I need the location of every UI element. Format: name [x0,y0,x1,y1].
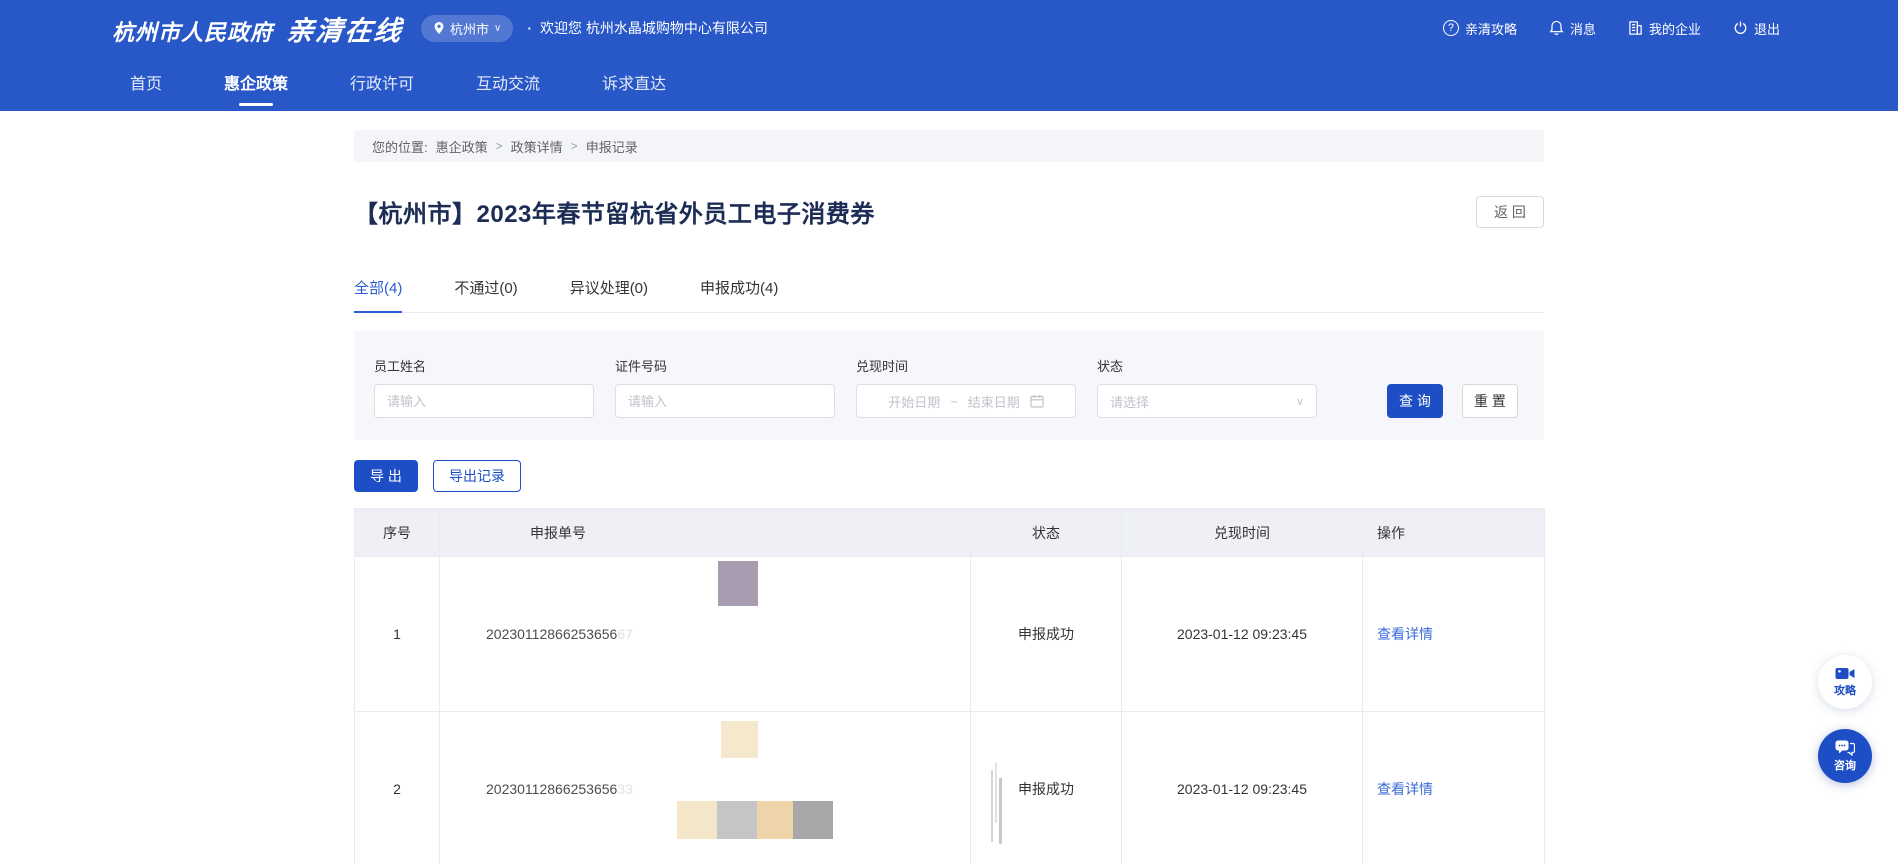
breadcrumb-prefix: 您的位置: [372,137,428,156]
guide-float-label: 攻略 [1834,682,1856,698]
col-header-order-no: 申报单号 [440,509,971,557]
back-button[interactable]: 返 回 [1476,196,1544,228]
header-link-logout[interactable]: 退出 [1733,19,1780,38]
tab-rejected[interactable]: 不通过(0) [454,277,517,312]
view-detail-link[interactable]: 查看详情 [1377,626,1433,642]
nav-item-home[interactable]: 首页 [130,52,162,111]
tab-dispute[interactable]: 异议处理(0) [570,277,648,312]
site-logo: 杭州市人民政府 亲清在线 [112,9,403,48]
logo-brand-text: 亲清在线 [285,9,405,48]
table-row: 1 2023011286625365667 申报成功 2023-01-12 09… [355,557,1545,712]
tab-all[interactable]: 全部(4) [354,277,402,312]
logo-gov-text: 杭州市人民政府 [112,15,273,47]
filter-panel: 员工姓名 证件号码 兑现时间 开始日期 ~ 结束日期 状态 请选择 ∨ [354,331,1544,440]
app-header: 杭州市人民政府 亲清在线 杭州市 ∨ · 欢迎您 杭州水晶城购物中心有限公司 ?… [0,0,1898,111]
breadcrumb-separator: > [571,139,578,153]
calendar-icon [1030,394,1044,408]
main-nav: 首页 惠企政策 行政许可 互动交流 诉求直达 [0,52,1898,111]
location-selector[interactable]: 杭州市 ∨ [421,15,513,42]
welcome-text: 欢迎您 杭州水晶城购物中心有限公司 [540,18,768,38]
export-button[interactable]: 导 出 [354,460,418,492]
nav-item-licensing[interactable]: 行政许可 [350,52,414,111]
employee-name-input[interactable] [374,384,594,418]
end-date-placeholder: 结束日期 [968,392,1020,411]
row-redeem-time: 2023-01-12 09:23:45 [1122,557,1363,712]
row-order-no: 2023011286625365667 [440,557,971,712]
id-number-label: 证件号码 [615,356,835,375]
header-link-label: 退出 [1754,19,1780,38]
question-circle-icon: ? [1443,20,1459,36]
header-link-label: 消息 [1570,19,1596,38]
daterange-separator: ~ [950,394,958,409]
records-table-wrap: 序号 申报单号 状态 兑现时间 操作 1 2023011286625365667… [354,508,1544,864]
consult-float-label: 咨询 [1834,757,1856,773]
employee-name-label: 员工姓名 [374,356,594,375]
row-order-no: 2023011286625365633 [440,712,971,864]
id-number-input[interactable] [615,384,835,418]
consult-float-button[interactable]: 咨询 [1818,729,1872,783]
bell-icon [1549,20,1564,36]
order-no-faded: 67 [617,626,633,642]
status-placeholder: 请选择 [1110,392,1149,411]
welcome-bullet: · [527,20,532,36]
header-link-label: 亲清攻略 [1465,19,1517,38]
row-redeem-time: 2023-01-12 09:23:45 [1122,712,1363,864]
redeem-time-daterange[interactable]: 开始日期 ~ 结束日期 [856,384,1076,418]
search-button[interactable]: 查 询 [1387,384,1443,418]
redeem-time-label: 兑现时间 [856,356,1076,375]
row-index: 1 [355,557,440,712]
location-label: 杭州市 [450,19,489,38]
col-header-index: 序号 [355,509,440,557]
breadcrumb-item-application-records: 申报记录 [586,137,638,156]
status-tabs: 全部(4) 不通过(0) 异议处理(0) 申报成功(4) [354,277,1544,313]
header-link-guide[interactable]: ? 亲清攻略 [1443,19,1517,38]
building-icon [1628,20,1643,36]
nav-item-appeals[interactable]: 诉求直达 [602,52,666,111]
status-select[interactable]: 请选择 ∨ [1097,384,1317,418]
chat-icon [1835,740,1855,756]
export-records-button[interactable]: 导出记录 [433,460,521,492]
status-label: 状态 [1097,356,1317,375]
header-link-messages[interactable]: 消息 [1549,19,1596,38]
video-camera-icon [1835,666,1855,681]
page-title: 【杭州市】2023年春节留杭省外员工电子消费券 [354,194,875,229]
nav-item-interaction[interactable]: 互动交流 [476,52,540,111]
order-no-faded: 33 [617,781,633,797]
chevron-down-icon: ∨ [1296,395,1304,408]
breadcrumb: 您的位置: 惠企政策 > 政策详情 > 申报记录 [354,130,1544,162]
row-status: 申报成功 [971,557,1122,712]
row-index: 2 [355,712,440,864]
breadcrumb-item-policies[interactable]: 惠企政策 [436,137,488,156]
chevron-down-icon: ∨ [494,23,501,34]
breadcrumb-item-policy-detail[interactable]: 政策详情 [511,137,563,156]
header-link-my-enterprise[interactable]: 我的企业 [1628,19,1701,38]
table-header-row: 序号 申报单号 状态 兑现时间 操作 [355,509,1545,557]
location-pin-icon [433,21,445,35]
guide-float-button[interactable]: 攻略 [1818,655,1872,709]
start-date-placeholder: 开始日期 [888,392,940,411]
col-header-action: 操作 [1363,509,1545,557]
header-link-label: 我的企业 [1649,19,1701,38]
view-detail-link[interactable]: 查看详情 [1377,781,1433,797]
breadcrumb-separator: > [496,139,503,153]
table-row: 2 2023011286625365633 申报成功 2023-01-12 09… [355,712,1545,864]
reset-button[interactable]: 重 置 [1462,384,1518,418]
nav-item-policies[interactable]: 惠企政策 [224,52,288,111]
col-header-redeem-time: 兑现时间 [1122,509,1363,557]
power-icon [1733,20,1748,36]
row-status: 申报成功 [971,712,1122,864]
col-header-status: 状态 [971,509,1122,557]
records-table: 序号 申报单号 状态 兑现时间 操作 1 2023011286625365667… [354,508,1545,864]
tab-success[interactable]: 申报成功(4) [700,277,778,312]
main-content: 您的位置: 惠企政策 > 政策详情 > 申报记录 【杭州市】2023年春节留杭省… [354,130,1544,864]
